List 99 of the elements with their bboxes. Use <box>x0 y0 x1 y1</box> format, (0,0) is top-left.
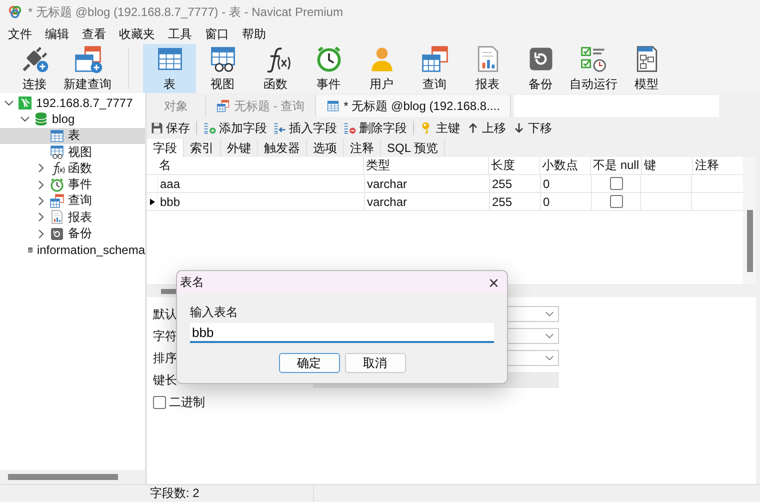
menu-item[interactable]: 窗口 <box>203 26 240 42</box>
table-cell: 0 <box>541 193 592 210</box>
table-icon <box>326 99 340 113</box>
event-icon <box>49 176 65 193</box>
toolbar-button[interactable]: 事件 <box>302 44 355 93</box>
tree-item[interactable]: blog <box>0 111 145 128</box>
database-open-icon <box>33 111 49 128</box>
expander-icon[interactable] <box>20 114 30 124</box>
table-cell: 255 <box>490 175 541 192</box>
toolbar-button[interactable]: 删除字段 <box>343 120 407 136</box>
toolbar-button[interactable]: 保存 <box>150 120 190 136</box>
menu-item[interactable]: 查看 <box>80 26 117 42</box>
tree-item[interactable]: information_schema <box>0 242 145 258</box>
scrollbar-thumb[interactable] <box>8 474 118 480</box>
toolbar-button[interactable]: 主键 <box>420 120 460 136</box>
toolbar-button[interactable]: 插入字段 <box>273 120 337 136</box>
column-header[interactable]: 类型 <box>364 157 489 174</box>
toolbar-button[interactable]: 视图 <box>196 44 249 93</box>
query-table-icon <box>216 99 230 113</box>
caret-icon <box>545 311 554 317</box>
column-header[interactable]: 注释 <box>693 157 743 174</box>
caret-icon <box>545 333 554 339</box>
toolbar-button[interactable]: 用户 <box>355 44 408 93</box>
insert-field-icon <box>273 121 287 135</box>
query-icon <box>49 192 65 209</box>
toolbar-button[interactable]: 备份 <box>514 44 567 93</box>
table-cell: 0 <box>541 175 592 192</box>
tree-item[interactable]: 事件 <box>0 176 145 193</box>
current-row-icon <box>150 198 154 206</box>
tree-item[interactable]: 表 <box>0 128 145 144</box>
caret-icon <box>545 355 554 361</box>
save-icon <box>150 121 164 135</box>
menu-item[interactable]: 帮助 <box>240 26 277 42</box>
dialog-button[interactable]: 确定 <box>278 353 340 373</box>
property-label: 字符 <box>153 328 177 342</box>
dialog-title: 表名 <box>180 274 204 291</box>
up-arrow-icon <box>466 121 480 135</box>
table-cell: 255 <box>490 193 541 210</box>
tree-item[interactable]: 报表 <box>0 209 145 226</box>
checkbox-label: 二进制 <box>169 394 205 410</box>
toolbar-button[interactable]: 自动运行 <box>567 44 620 93</box>
column-header[interactable]: 名 <box>157 157 364 174</box>
close-button[interactable]: × <box>488 274 499 292</box>
checkbox[interactable] <box>610 195 622 208</box>
toolbar-button[interactable]: 添加字段 <box>203 120 267 136</box>
property-label: 排序 <box>153 350 177 364</box>
checkbox[interactable] <box>153 396 166 408</box>
column-header[interactable]: 长度 <box>489 157 540 174</box>
toolbar-button[interactable]: 表 <box>143 44 196 93</box>
dialog-button[interactable]: 取消 <box>344 353 406 373</box>
column-header[interactable]: 小数点 <box>540 157 591 174</box>
toolbar-button[interactable]: 模型 <box>620 44 673 93</box>
down-arrow-icon <box>512 121 526 135</box>
column-header[interactable]: 不是 null <box>591 157 642 174</box>
view-icon <box>49 144 65 160</box>
toolbar-button[interactable]: 下移 <box>512 120 552 136</box>
window-title: * 无标题 @blog (192.168.8.7_7777) - 表 - Navicat Premium <box>28 4 343 20</box>
tree-item[interactable]: 192.168.8.7_7777 <box>0 95 145 112</box>
scrollbar-thumb[interactable] <box>746 210 752 272</box>
tree-item[interactable]: 函数 <box>0 160 145 176</box>
expander-icon[interactable] <box>36 196 46 206</box>
column-header[interactable]: 键 <box>642 157 693 174</box>
toolbar-button[interactable]: 函数 <box>249 44 302 93</box>
expander-icon[interactable] <box>36 163 46 174</box>
input-field[interactable]: bbb <box>190 323 494 343</box>
table-icon <box>49 128 65 144</box>
tree-item[interactable]: 备份 <box>0 225 145 242</box>
expander-icon[interactable] <box>36 180 46 190</box>
report-icon <box>49 209 65 226</box>
toolbar-button[interactable]: 新建查询 <box>61 44 114 93</box>
property-label: 键长 <box>153 372 177 386</box>
tree-item[interactable]: 视图 <box>0 144 145 160</box>
menu-item[interactable]: 文件 <box>6 26 43 42</box>
menu-item[interactable]: 编辑 <box>43 26 80 42</box>
delete-field-icon <box>343 121 357 135</box>
add-field-icon <box>203 121 217 135</box>
expander-icon[interactable] <box>36 212 46 222</box>
menu-item[interactable]: 工具 <box>166 26 203 42</box>
toolbar-button[interactable]: 上移 <box>466 120 506 136</box>
tree-item[interactable]: 查询 <box>0 192 145 210</box>
toolbar-button[interactable]: 查询 <box>408 44 461 93</box>
menu-item[interactable]: 收藏夹 <box>117 26 166 42</box>
tab[interactable]: 字段 <box>147 139 184 157</box>
field-label: 输入表名 <box>190 304 238 321</box>
status-text: 字段数: 2 <box>147 485 314 502</box>
expander-icon[interactable] <box>36 228 46 239</box>
tab[interactable]: * 无标题 @blog (192.168.8.... <box>316 95 511 117</box>
checkbox[interactable] <box>610 177 622 190</box>
expander-icon[interactable] <box>4 98 14 108</box>
table-cell: bbb <box>158 193 365 210</box>
property-label: 默认 <box>153 306 177 320</box>
app-logo-icon <box>8 5 22 19</box>
row-header-cell[interactable] <box>147 193 158 210</box>
toolbar-button[interactable]: 报表 <box>461 44 514 93</box>
table-cell: aaa <box>158 175 365 192</box>
backup-icon <box>49 226 65 242</box>
toolbar-button[interactable]: 连接 <box>8 44 61 93</box>
table-cell: varchar <box>365 193 490 210</box>
table-cell: varchar <box>365 175 490 192</box>
